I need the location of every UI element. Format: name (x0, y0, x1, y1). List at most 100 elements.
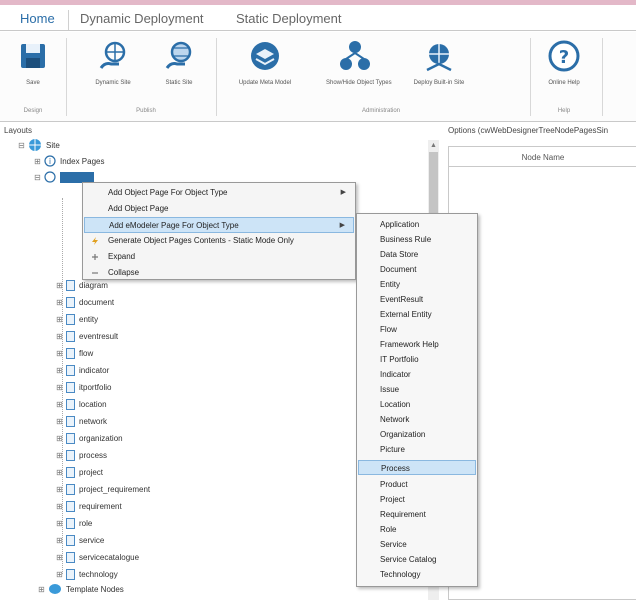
tree-node-index-pages[interactable]: ⊞ i Index Pages (34, 153, 104, 169)
page-icon (66, 415, 75, 427)
tree-item[interactable]: ⊞ service (56, 532, 104, 548)
submenu-item[interactable]: Entity (358, 277, 476, 292)
submenu-item[interactable]: Network (358, 412, 476, 427)
submenu-item-process[interactable]: Process (358, 460, 476, 475)
expand-icon[interactable]: ⊞ (56, 349, 66, 358)
expand-icon[interactable]: ⊟ (34, 173, 44, 182)
expand-icon[interactable]: ⊞ (56, 400, 66, 409)
page-icon (66, 296, 75, 308)
expand-icon[interactable]: ⊞ (56, 485, 66, 494)
dynamic-site-button[interactable]: Dynamic Site (84, 38, 142, 86)
tree-item[interactable]: ⊞ project_requirement (56, 481, 150, 497)
expand-icon[interactable]: ⊞ (56, 366, 66, 375)
submenu-item[interactable]: Requirement (358, 507, 476, 522)
tree-node-template-nodes[interactable]: ⊞ Template Nodes (38, 581, 124, 597)
collapse-icon[interactable]: ⊟ (18, 141, 28, 150)
submenu-item[interactable]: Product (358, 477, 476, 492)
expand-icon[interactable]: ⊞ (56, 536, 66, 545)
show-hide-object-types-button[interactable]: Show/Hide Object Types (326, 38, 392, 86)
expand-icon[interactable]: ⊞ (56, 570, 66, 579)
group-separator (602, 38, 603, 116)
page-icon (66, 483, 75, 495)
tree-item[interactable]: ⊞ technology (56, 566, 118, 582)
submenu-item[interactable]: Business Rule (358, 232, 476, 247)
expand-icon[interactable]: ⊞ (56, 434, 66, 443)
submenu-item[interactable]: Document (358, 262, 476, 277)
submenu-item[interactable]: Technology (358, 567, 476, 582)
floppy-disk-icon (21, 44, 45, 68)
submenu-item[interactable]: External Entity (358, 307, 476, 322)
globe-icon (29, 139, 41, 151)
submenu-item[interactable]: Location (358, 397, 476, 412)
static-site-button[interactable]: Static Site (150, 38, 208, 86)
tree-item[interactable]: ⊞ organization (56, 430, 123, 446)
tab-static-deployment[interactable]: Static Deployment (236, 11, 342, 26)
menu-item-collapse[interactable]: Collapse (84, 265, 354, 281)
node-name-column-header[interactable]: Node Name (449, 147, 636, 167)
tree-item[interactable]: ⊞ network (56, 413, 107, 429)
submenu-item[interactable]: Framework Help (358, 337, 476, 352)
expand-icon[interactable]: ⊞ (56, 315, 66, 324)
expand-icon[interactable]: ⊞ (38, 585, 48, 594)
group-label-administration: Administration (361, 108, 400, 114)
options-panel-title: Options (cwWebDesignerTreeNodePagesSin (448, 126, 609, 135)
expand-icon[interactable]: ⊞ (56, 417, 66, 426)
tree-item[interactable]: ⊞ role (56, 515, 92, 531)
expand-icon[interactable]: ⊞ (56, 298, 66, 307)
tree-item[interactable]: ⊞ document (56, 294, 114, 310)
submenu-item[interactable]: Service (358, 537, 476, 552)
tree-item[interactable]: ⊞ servicecatalogue (56, 549, 139, 565)
expand-icon[interactable]: ⊞ (56, 281, 66, 290)
submenu-item[interactable]: Project (358, 492, 476, 507)
expand-icon[interactable]: ⊞ (56, 383, 66, 392)
tree-item[interactable]: ⊞ location (56, 396, 107, 412)
submenu-item[interactable]: EventResult (358, 292, 476, 307)
show-hide-object-types-label: Show/Hide Object Types (326, 80, 392, 86)
expand-icon[interactable]: ⊞ (56, 468, 66, 477)
submenu-item[interactable]: Organization (358, 427, 476, 442)
scroll-up-icon[interactable]: ▲ (430, 142, 437, 149)
tree-item[interactable]: ⊞ itportfolio (56, 379, 111, 395)
expand-icon[interactable]: ⊞ (56, 332, 66, 341)
page-icon (66, 364, 75, 376)
expand-icon[interactable]: ⊞ (34, 157, 44, 166)
tree-item-label: requirement (79, 501, 122, 511)
submenu-item[interactable]: Data Store (358, 247, 476, 262)
menu-item-expand[interactable]: Expand (84, 249, 354, 265)
tree-item[interactable]: ⊞ requirement (56, 498, 122, 514)
expand-icon[interactable]: ⊞ (56, 451, 66, 460)
submenu-item[interactable]: IT Portfolio (358, 352, 476, 367)
tree-item[interactable]: ⊞ eventresult (56, 328, 118, 344)
tree-item[interactable]: ⊞ process (56, 447, 107, 463)
submenu-item[interactable]: Indicator (358, 367, 476, 382)
page-icon (66, 432, 75, 444)
submenu-item[interactable]: Service Catalog (358, 552, 476, 567)
tree-item[interactable]: ⊞ flow (56, 345, 93, 361)
submenu-item[interactable]: Picture (358, 442, 476, 457)
submenu-item[interactable]: Role (358, 522, 476, 537)
menu-item-add-object-page[interactable]: Add Object Page (84, 201, 354, 217)
submenu-item[interactable]: Application (358, 217, 476, 232)
menu-item-add-object-page-for-object-type[interactable]: Add Object Page For Object Type ▶ (84, 185, 354, 201)
submenu-item[interactable]: Flow (358, 322, 476, 337)
tree-node-site[interactable]: ⊟ Site (18, 137, 60, 153)
group-label-design: Design (23, 108, 43, 114)
tree-item[interactable]: ⊞ indicator (56, 362, 109, 378)
expand-icon[interactable]: ⊞ (56, 553, 66, 562)
menu-item-add-emodeler-page-for-object-type[interactable]: Add eModeler Page For Object Type ▶ (84, 217, 354, 233)
page-icon (66, 381, 75, 393)
tab-home[interactable]: Home (20, 11, 55, 26)
online-help-button[interactable]: ? Online Help (535, 38, 593, 86)
tree-item[interactable]: ⊞ project (56, 464, 103, 480)
expand-icon[interactable]: ⊞ (56, 502, 66, 511)
page-icon (66, 449, 75, 461)
expand-icon[interactable]: ⊞ (56, 519, 66, 528)
tree-item[interactable]: ⊞ entity (56, 311, 98, 327)
info-icon (44, 171, 56, 183)
update-meta-model-button[interactable]: Update Meta Model (236, 38, 294, 86)
submenu-item[interactable]: Issue (358, 382, 476, 397)
save-button[interactable]: Save (4, 38, 62, 86)
menu-item-generate-object-pages-contents[interactable]: Generate Object Pages Contents - Static … (84, 233, 354, 249)
tab-dynamic-deployment[interactable]: Dynamic Deployment (80, 11, 204, 26)
deploy-built-in-site-button[interactable]: Deploy Built-in Site (410, 38, 468, 86)
